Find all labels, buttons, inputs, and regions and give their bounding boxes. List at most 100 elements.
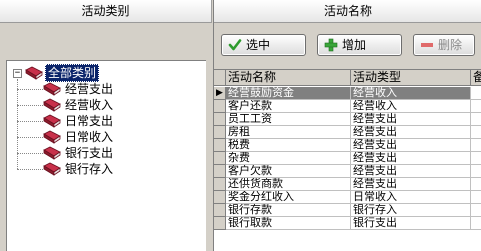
table-row[interactable]: 银行取款 银行支出 bbox=[214, 217, 481, 230]
tree-node[interactable]: 经营收入 bbox=[43, 97, 153, 113]
row-indicator bbox=[214, 204, 226, 217]
category-panel: 活动类别 − 全部类别 经营支出 经营收入 日常支出日常收入银行支出银行存入 bbox=[0, 0, 212, 251]
cell-note[interactable] bbox=[471, 87, 481, 100]
cell-activity-name[interactable]: 客户还款 bbox=[226, 100, 351, 113]
tree-node[interactable]: 经营支出 bbox=[43, 81, 153, 97]
delete-button[interactable]: 删除 bbox=[413, 34, 475, 56]
delete-button-label: 删除 bbox=[438, 38, 463, 52]
add-button-label: 增加 bbox=[342, 38, 367, 52]
tree-node[interactable]: 银行支出 bbox=[43, 145, 153, 161]
cell-activity-type[interactable]: 经营收入 bbox=[351, 100, 471, 113]
tree-connector-line bbox=[17, 153, 43, 154]
tree-connector-line bbox=[17, 89, 43, 90]
tree-node-label: 银行支出 bbox=[65, 146, 114, 160]
row-indicator bbox=[214, 191, 226, 204]
select-button-label: 选中 bbox=[246, 38, 271, 52]
table-row[interactable]: 还供货商款 经营支出 bbox=[214, 178, 481, 191]
folder-icon bbox=[43, 146, 61, 160]
column-header-type[interactable]: 活动类型 bbox=[351, 70, 471, 86]
folder-icon bbox=[43, 114, 61, 128]
tree-node-label: 经营支出 bbox=[65, 82, 114, 96]
cell-note[interactable] bbox=[471, 178, 481, 191]
category-tree[interactable]: − 全部类别 经营支出 经营收入 日常支出日常收入银行支出银行存入 bbox=[6, 60, 206, 251]
cell-activity-type[interactable]: 经营收入 bbox=[351, 87, 471, 100]
tree-connector-line bbox=[17, 105, 43, 106]
tree-node-label: 日常收入 bbox=[65, 130, 114, 144]
row-indicator bbox=[214, 126, 226, 139]
cell-activity-name[interactable]: 银行取款 bbox=[226, 217, 351, 230]
cell-activity-name[interactable]: 杂费 bbox=[226, 152, 351, 165]
cell-note[interactable] bbox=[471, 100, 481, 113]
folder-icon bbox=[25, 66, 43, 80]
grid-header-indicator bbox=[214, 70, 226, 86]
grid-header: 活动名称 活动类型 备 bbox=[214, 70, 481, 86]
cell-note[interactable] bbox=[471, 152, 481, 165]
select-button[interactable]: 选中 bbox=[221, 34, 306, 56]
tree-connector-line bbox=[17, 137, 43, 138]
cell-note[interactable] bbox=[471, 165, 481, 178]
table-row[interactable]: ▶ 经营鼓励资金 经营收入 bbox=[214, 87, 481, 100]
cell-activity-type[interactable]: 银行支出 bbox=[351, 217, 471, 230]
tree-node-label: 日常支出 bbox=[65, 114, 114, 128]
cell-activity-type[interactable]: 银行存入 bbox=[351, 204, 471, 217]
cell-activity-type[interactable]: 经营支出 bbox=[351, 126, 471, 139]
cell-activity-type[interactable]: 经营支出 bbox=[351, 165, 471, 178]
category-panel-spacer bbox=[6, 23, 206, 59]
check-icon bbox=[228, 39, 242, 51]
cell-note[interactable] bbox=[471, 191, 481, 204]
tree-connector-line bbox=[17, 121, 43, 122]
cell-note[interactable] bbox=[471, 139, 481, 152]
cell-activity-name[interactable]: 客户欠款 bbox=[226, 165, 351, 178]
cell-activity-name[interactable]: 经营鼓励资金 bbox=[226, 87, 351, 100]
row-indicator bbox=[214, 139, 226, 152]
folder-icon bbox=[43, 82, 61, 96]
cell-note[interactable] bbox=[471, 204, 481, 217]
category-panel-header: 活动类别 bbox=[0, 0, 212, 23]
cell-activity-type[interactable]: 经营支出 bbox=[351, 178, 471, 191]
table-row[interactable]: 客户还款 经营收入 bbox=[214, 100, 481, 113]
table-row[interactable]: 税费 经营支出 bbox=[214, 139, 481, 152]
cell-activity-type[interactable]: 经营支出 bbox=[351, 113, 471, 126]
table-row[interactable]: 员工工资 经营支出 bbox=[214, 113, 481, 126]
activity-panel-header: 活动名称 bbox=[214, 0, 481, 23]
cell-activity-name[interactable]: 税费 bbox=[226, 139, 351, 152]
column-header-note[interactable]: 备 bbox=[471, 70, 481, 86]
table-row[interactable]: 杂费 经营支出 bbox=[214, 152, 481, 165]
tree-node[interactable]: 日常支出 bbox=[43, 113, 153, 129]
tree-connector-line bbox=[17, 79, 18, 169]
cell-activity-name[interactable]: 还供货商款 bbox=[226, 178, 351, 191]
tree-root-node[interactable]: 全部类别 bbox=[25, 64, 135, 82]
cell-activity-type[interactable]: 经营支出 bbox=[351, 139, 471, 152]
folder-icon bbox=[43, 130, 61, 144]
cell-activity-name[interactable]: 房租 bbox=[226, 126, 351, 139]
column-header-name[interactable]: 活动名称 bbox=[226, 70, 351, 86]
table-row[interactable]: 房租 经营支出 bbox=[214, 126, 481, 139]
table-row[interactable]: 银行存款 银行存入 bbox=[214, 204, 481, 217]
tree-collapse-toggle[interactable]: − bbox=[13, 69, 22, 78]
table-row[interactable]: 奖金分红收入 日常收入 bbox=[214, 191, 481, 204]
minus-icon bbox=[421, 43, 433, 47]
cell-activity-name[interactable]: 员工工资 bbox=[226, 113, 351, 126]
tree-node[interactable]: 银行存入 bbox=[43, 161, 153, 177]
row-indicator bbox=[214, 217, 226, 230]
cell-note[interactable] bbox=[471, 113, 481, 126]
cell-note[interactable] bbox=[471, 126, 481, 139]
cell-activity-type[interactable]: 经营支出 bbox=[351, 152, 471, 165]
tree-node[interactable]: 日常收入 bbox=[43, 129, 153, 145]
tree-connector-line bbox=[17, 169, 43, 170]
table-row[interactable]: 客户欠款 经营支出 bbox=[214, 165, 481, 178]
cell-activity-name[interactable]: 银行存款 bbox=[226, 204, 351, 217]
row-indicator bbox=[214, 178, 226, 191]
cell-note[interactable] bbox=[471, 217, 481, 230]
add-button[interactable]: 增加 bbox=[317, 34, 402, 56]
tree-root-label: 全部类别 bbox=[45, 64, 100, 82]
activity-grid[interactable]: 活动名称 活动类型 备 ▶经营鼓励资金经营收入客户还款经营收入员工工资经营支出房… bbox=[214, 69, 481, 251]
row-indicator bbox=[214, 113, 226, 126]
tree-node-label: 银行存入 bbox=[65, 162, 114, 176]
row-indicator bbox=[214, 165, 226, 178]
row-indicator: ▶ bbox=[214, 87, 226, 100]
cell-activity-name[interactable]: 奖金分红收入 bbox=[226, 191, 351, 204]
activity-panel: 活动名称 选中 增加 删除 活动名称 活动类型 备 ▶经营鼓励资金经营收入客户还… bbox=[213, 0, 481, 251]
cell-activity-type[interactable]: 日常收入 bbox=[351, 191, 471, 204]
folder-icon bbox=[43, 98, 61, 112]
